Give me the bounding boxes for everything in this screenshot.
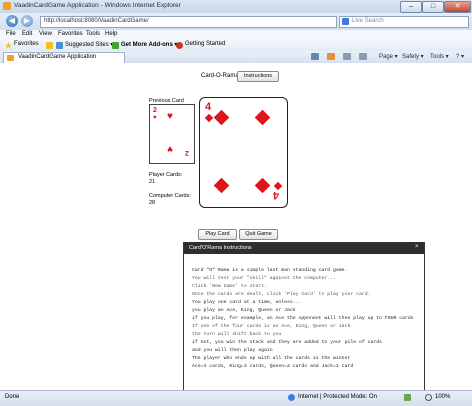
page-menu[interactable]: Page ▾ (379, 53, 398, 60)
instruction-line: Ace=4 cards, King=3 cards, Queen=2 cards… (192, 364, 354, 369)
diamond-pip-icon (254, 109, 271, 126)
instruction-line: The player who ends up with all the card… (192, 356, 351, 361)
feeds-icon[interactable] (327, 53, 335, 60)
window-title: VaadinCardGame Application - Windows Int… (14, 2, 181, 9)
diamond-pip-icon (213, 109, 230, 126)
instruction-line: you play an Ace, King, Queen or Jack (192, 308, 296, 313)
menu-favorites[interactable]: Favorites (58, 31, 83, 37)
live-search-icon (342, 18, 349, 25)
current-card-rank-bottom: 4 (273, 189, 280, 201)
page-favicon-icon (7, 55, 14, 61)
instruction-line: if you play, for example, an Ace the opp… (192, 316, 414, 321)
zoom-icon (425, 394, 432, 401)
player-cards-label: Player Cards: (149, 172, 183, 178)
getting-started-icon (176, 42, 183, 49)
instruction-line: the turn will shift back to you (192, 332, 282, 337)
tab-vaadin-app[interactable]: VaadinCardGame Application (3, 52, 125, 63)
suggested-sites-icon (56, 42, 63, 49)
maximize-button[interactable]: □ (422, 1, 444, 13)
back-icon[interactable]: ◀ (6, 15, 18, 27)
instruction-line: Once the cards are dealt, click 'Play Ca… (192, 292, 371, 297)
help-menu[interactable]: ? ▾ (456, 53, 464, 60)
diamond-pip-icon (254, 177, 271, 194)
dialog-header[interactable]: Card'O'Rama Instructions × (184, 243, 424, 254)
previous-card-rank-bottom: 2 (185, 149, 189, 156)
current-card-rank: 4 (205, 101, 212, 113)
addons-icon (112, 42, 119, 49)
getting-started-link[interactable]: Getting Started (185, 41, 225, 47)
close-window-button[interactable]: ✕ (444, 1, 471, 13)
forward-icon[interactable]: ▶ (21, 15, 33, 27)
tools-menu[interactable]: Tools ▾ (430, 53, 449, 60)
print-icon[interactable] (359, 53, 367, 60)
menu-file[interactable]: File (6, 31, 16, 37)
favorites-button[interactable]: Favorites (14, 41, 39, 47)
computer-cards-label: Computer Cards: (149, 193, 191, 199)
instruction-line: If one of the four cards is an Ace, King… (192, 324, 351, 329)
security-zone-text[interactable]: Internet | Protected Mode: On (298, 394, 377, 400)
safety-menu[interactable]: Safety ▾ (402, 53, 424, 60)
quit-game-button[interactable]: Quit Game (239, 229, 278, 240)
diamond-pip-icon (213, 177, 230, 194)
play-card-button[interactable]: Play Card (198, 229, 237, 240)
protected-mode-icon[interactable] (404, 394, 411, 401)
menu-help[interactable]: Help (105, 31, 117, 37)
game-title: Card-O-Rama (201, 73, 239, 79)
home-icon[interactable] (311, 53, 319, 60)
search-input[interactable]: Live Search (339, 16, 469, 28)
ie-app-icon (3, 2, 11, 10)
tab-label: VaadinCardGame Application (18, 54, 97, 60)
menu-view[interactable]: View (39, 31, 52, 37)
instruction-line: You play one card at a time, unless... (192, 300, 302, 305)
heart-pip-icon: ♥ (167, 111, 173, 122)
zoom-level[interactable]: 100% (435, 394, 450, 400)
instructions-button[interactable]: Instructions (237, 71, 279, 82)
instruction-line: Card "O" Rama is a simple last man stand… (192, 268, 348, 273)
add-favorite-icon[interactable] (46, 42, 53, 49)
status-text: Done (5, 394, 20, 400)
previous-card: 2 ♥ ♥ ♥ 2 (149, 104, 195, 164)
small-heart-icon: ♥ (153, 115, 157, 121)
dialog-close-icon[interactable]: × (415, 244, 419, 250)
instructions-dialog: Card'O'Rama Instructions × Card "O" Rama… (183, 242, 425, 392)
search-placeholder: Live Search (352, 18, 384, 24)
player-cards-count: 21 (149, 179, 156, 185)
heart-pip-icon: ♥ (167, 143, 173, 154)
mail-icon[interactable] (343, 53, 351, 60)
get-addons-link[interactable]: Get More Add-ons ▾ (121, 41, 177, 48)
minimize-button[interactable]: – (400, 1, 422, 13)
address-url: http://localhost:8080/VaadinCardGame/ (44, 18, 149, 24)
dialog-title: Card'O'Rama Instructions (189, 245, 252, 251)
instruction-line: if not, you win the stack and they are a… (192, 340, 382, 345)
internet-zone-icon (288, 394, 295, 401)
instruction-line: You will test your "skill" against the c… (192, 276, 336, 281)
current-card: 4 4 (199, 97, 288, 208)
menu-tools[interactable]: Tools (86, 31, 100, 37)
menu-edit[interactable]: Edit (22, 31, 32, 37)
computer-cards-count: 28 (149, 200, 156, 206)
address-input[interactable]: http://localhost:8080/VaadinCardGame/ (40, 16, 337, 28)
instruction-line: Click 'New Game' to start. (192, 284, 267, 289)
previous-card-rank: 2 (153, 107, 157, 114)
suggested-sites-link[interactable]: Suggested Sites ▾ (65, 41, 113, 48)
small-diamond-icon (204, 113, 214, 123)
instruction-line: and you will then play again (192, 348, 273, 353)
status-bar (0, 390, 472, 406)
